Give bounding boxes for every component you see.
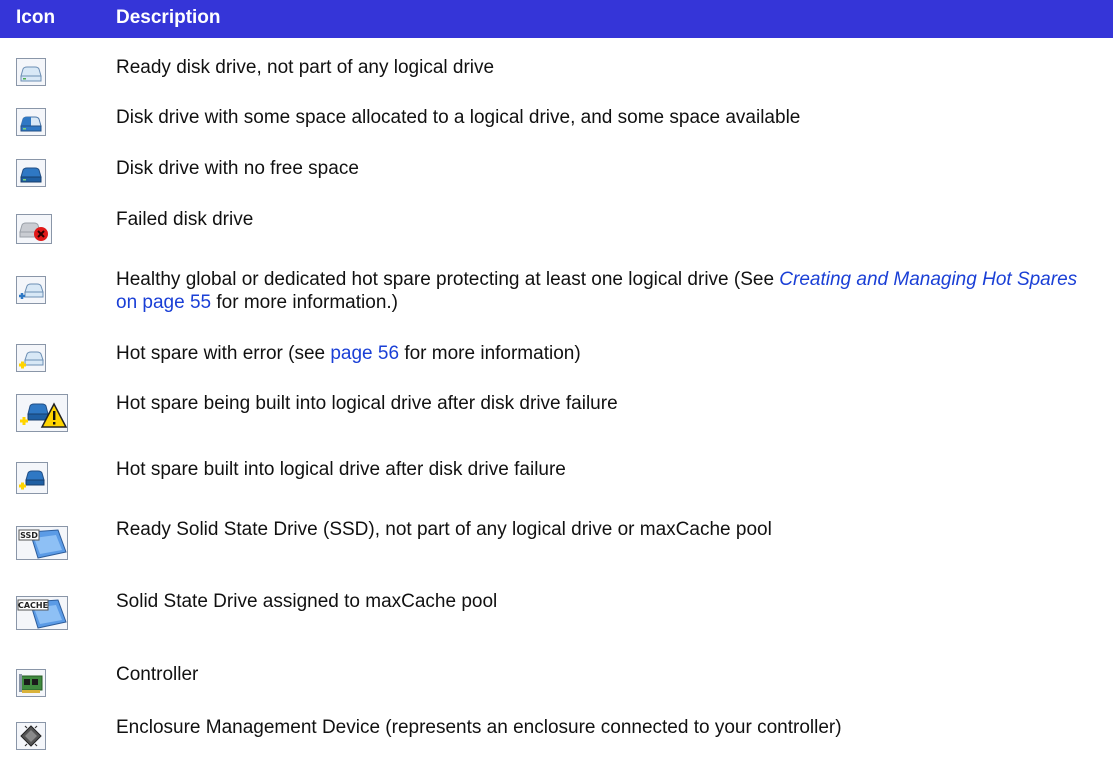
ssd-ready-icon: SSD [16,526,70,562]
ssd-icon-label: SSD [20,531,38,540]
page-56-link[interactable]: page 56 [330,343,399,364]
row-description: Failed disk drive [116,209,254,230]
cache-icon-label: CACHE [18,601,48,610]
row-description: Hot spare built into logical drive after… [116,459,566,480]
description-text: for more information.) [211,292,398,313]
row-description: Disk drive with no free space [116,158,359,179]
ready-disk-drive-icon [16,58,50,88]
controller-icon [16,669,50,699]
row-description: Healthy global or dedicated hot spare pr… [116,268,1096,314]
creating-managing-hot-spares-link[interactable]: Creating and Managing Hot Spares [779,269,1077,290]
full-disk-drive-icon [16,159,50,189]
header-description-column: Description [116,7,221,28]
row-description: Disk drive with some space allocated to … [116,107,801,128]
row-description: Hot spare being built into logical drive… [116,393,618,414]
page-55-link[interactable]: on page 55 [116,292,211,313]
header-icon-column: Icon [16,7,56,28]
hot-spare-error-icon [16,344,50,374]
row-description: Ready Solid State Drive (SSD), not part … [116,519,772,540]
partial-disk-drive-icon [16,108,50,138]
description-text: Healthy global or dedicated hot spare pr… [116,269,780,290]
description-text: Hot spare with error (see [116,343,331,364]
row-description: Controller [116,664,199,685]
enclosure-management-device-icon [16,722,50,752]
ssd-cache-icon: CACHE [16,596,70,632]
row-description: Ready disk drive, not part of any logica… [116,57,495,78]
row-description: Hot spare with error (see page 56 for mo… [116,342,1096,365]
healthy-hot-spare-icon [16,276,50,306]
hot-spare-building-icon [16,394,70,434]
row-description: Solid State Drive assigned to maxCache p… [116,591,498,612]
row-description: Enclosure Management Device (represents … [116,717,842,738]
table-header: Icon Description [0,0,1113,38]
failed-disk-drive-icon [16,214,54,244]
hot-spare-built-icon [16,462,50,496]
description-text: for more information) [399,343,581,364]
